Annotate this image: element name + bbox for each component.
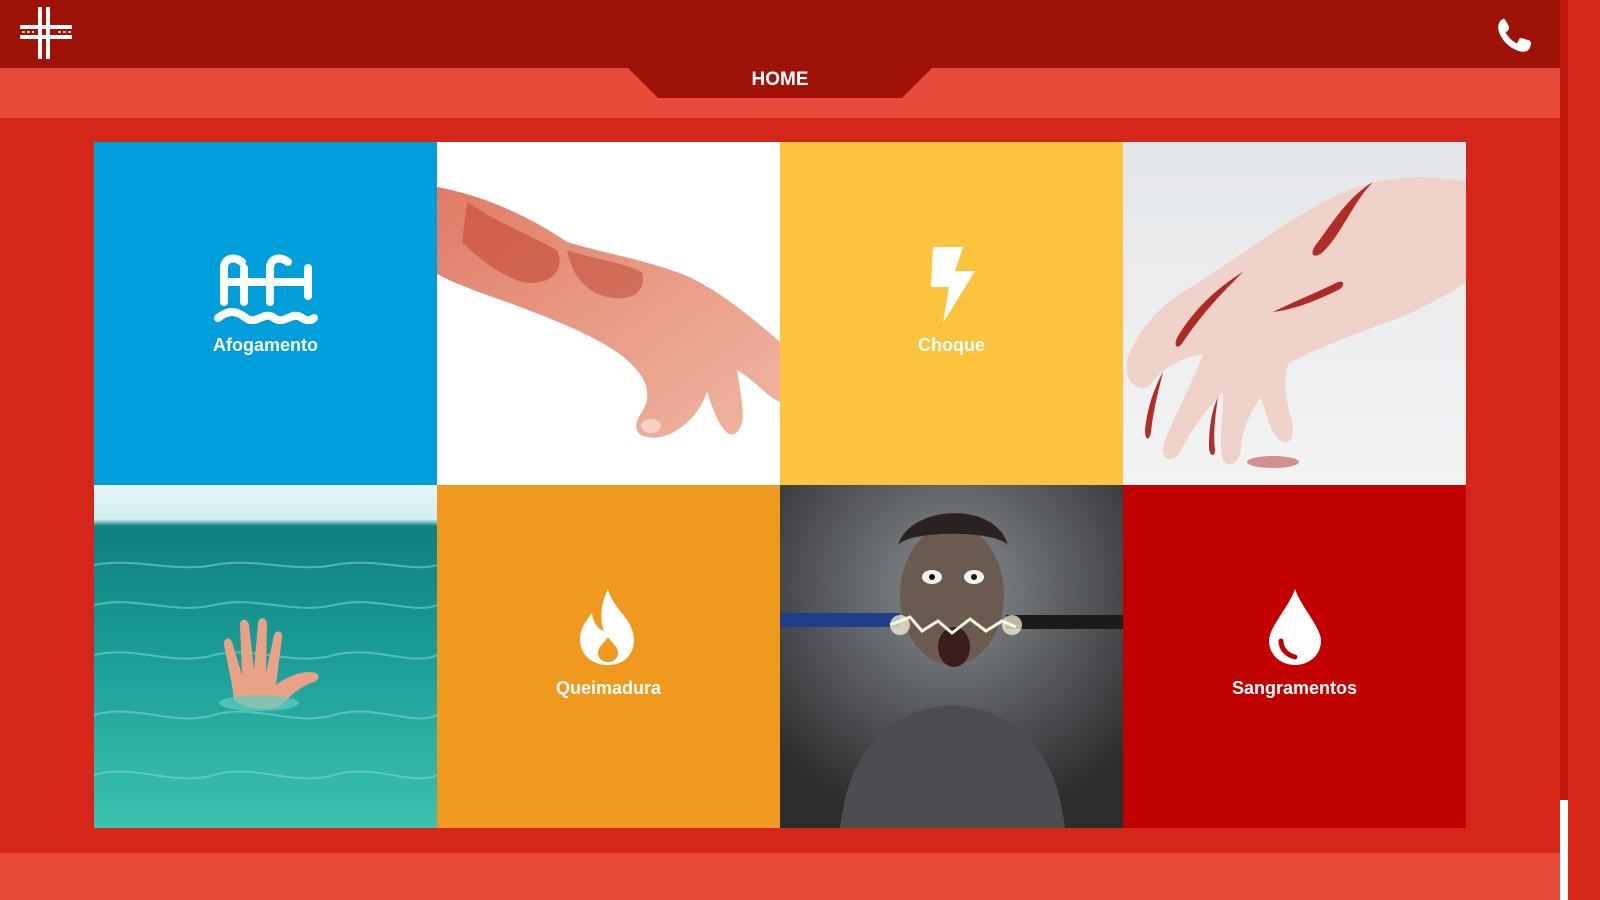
blood-drop-icon xyxy=(1269,589,1321,665)
burned-hand-photo xyxy=(437,187,780,438)
tile-label: Queimadura xyxy=(555,678,662,698)
flame-icon xyxy=(580,589,634,665)
pool-ladder-icon xyxy=(214,254,318,324)
emergency-grid: Afogamento Choque Queimadura Sangramento… xyxy=(94,142,1466,828)
hospital-cross-logo-icon[interactable] xyxy=(18,5,74,61)
tile-photo-electric-shock xyxy=(780,485,1123,828)
tile-photo-bleeding-hand xyxy=(1123,142,1466,485)
tile-photo-burned-hand xyxy=(437,142,780,485)
tile-label: Sangramentos xyxy=(1231,678,1358,698)
tile-label: Choque xyxy=(918,335,985,355)
tab-home[interactable]: HOME xyxy=(628,68,932,98)
tile-afogamento[interactable]: Afogamento xyxy=(94,142,437,485)
scrollbar-thumb[interactable] xyxy=(1560,0,1568,800)
tile-sangramentos[interactable]: Sangramentos xyxy=(1123,485,1466,828)
tile-photo-drowning xyxy=(94,485,437,828)
footer-band xyxy=(0,853,1560,900)
drowning-hand-photo xyxy=(94,485,437,828)
tab-home-label[interactable]: HOME xyxy=(628,68,932,92)
lightning-bolt-icon xyxy=(931,247,975,323)
phone-icon[interactable] xyxy=(1497,14,1532,56)
bleeding-hand-photo xyxy=(1123,142,1466,485)
electric-shock-man-photo xyxy=(780,485,1123,828)
tile-queimadura[interactable]: Queimadura xyxy=(437,485,780,828)
scrollbar-end xyxy=(1560,800,1568,900)
tile-label: Afogamento xyxy=(213,335,318,355)
top-bar xyxy=(0,0,1560,68)
tile-choque[interactable]: Choque xyxy=(780,142,1123,485)
